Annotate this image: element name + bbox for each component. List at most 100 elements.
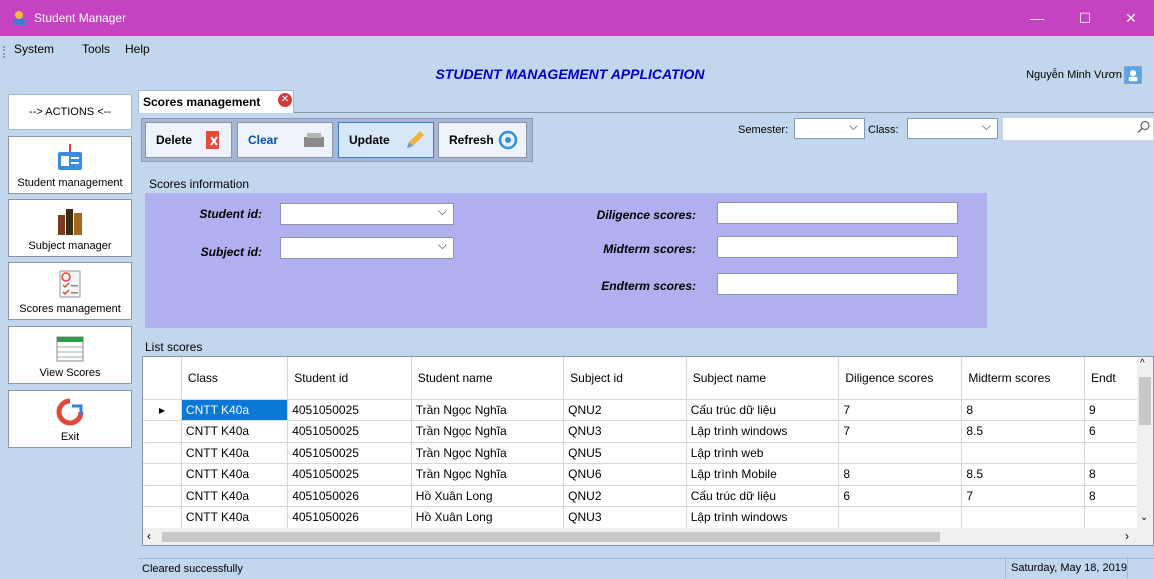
- column-header-class[interactable]: Class: [181, 357, 289, 400]
- sidebar-item-student-management[interactable]: Student management: [8, 136, 132, 194]
- class-select[interactable]: [907, 118, 998, 139]
- sidebar-item-subject-manager[interactable]: Subject manager: [8, 199, 132, 257]
- table-cell[interactable]: Trần Ngọc Nghĩa: [411, 442, 565, 464]
- tab-close-icon[interactable]: ✕: [278, 93, 292, 107]
- table-cell[interactable]: Hồ Xuân Long: [411, 485, 565, 507]
- table-row[interactable]: CNTT K40a 4051050025 Trần Ngọc Nghĩa QNU5 Lậ…: [143, 442, 1153, 464]
- table-cell[interactable]: Hồ Xuân Long: [411, 506, 565, 529]
- midterm-scores-input[interactable]: [717, 236, 958, 258]
- semester-select[interactable]: [794, 118, 865, 139]
- table-cell[interactable]: 4051050025: [287, 442, 412, 464]
- user-icon[interactable]: [1124, 66, 1142, 84]
- table-cell[interactable]: 8: [1084, 463, 1144, 486]
- table-cell[interactable]: [1084, 442, 1144, 464]
- table-cell[interactable]: Lập trình windows: [686, 506, 840, 529]
- table-cell[interactable]: CNTT K40a: [181, 463, 289, 486]
- sidebar-item-view-scores[interactable]: View Scores: [8, 326, 132, 384]
- row-header[interactable]: [143, 463, 182, 486]
- sidebar-item-scores-management[interactable]: Scores management: [8, 262, 132, 320]
- table-cell[interactable]: 8: [961, 399, 1086, 421]
- diligence-scores-input[interactable]: [717, 202, 958, 224]
- scores-grid[interactable]: Class Student id Student name Subject id…: [142, 356, 1154, 546]
- table-cell[interactable]: CNTT K40a: [181, 485, 289, 507]
- maximize-button[interactable]: ☐: [1062, 0, 1108, 36]
- menu-tools[interactable]: Tools: [82, 42, 110, 56]
- table-cell[interactable]: Lập trình windows: [686, 420, 840, 443]
- table-cell[interactable]: 4051050026: [287, 485, 412, 507]
- endterm-scores-input[interactable]: [717, 273, 958, 295]
- table-cell[interactable]: QNU5: [563, 442, 687, 464]
- scroll-left-icon[interactable]: ‹: [147, 529, 151, 543]
- table-cell[interactable]: QNU2: [563, 485, 687, 507]
- table-cell[interactable]: 8.5: [961, 463, 1086, 486]
- column-header-student-id[interactable]: Student id: [287, 357, 412, 400]
- update-button[interactable]: Update: [338, 122, 434, 158]
- minimize-button[interactable]: —: [1014, 0, 1060, 36]
- search-icon[interactable]: [1137, 120, 1151, 134]
- column-header-subject-name[interactable]: Subject name: [686, 357, 840, 400]
- table-cell[interactable]: 4051050025: [287, 420, 412, 443]
- table-cell[interactable]: Lập trình Mobile: [686, 463, 840, 486]
- table-cell[interactable]: 6: [838, 485, 963, 507]
- row-header[interactable]: [143, 485, 182, 507]
- horizontal-scroll-thumb[interactable]: [162, 532, 940, 542]
- row-header[interactable]: [143, 442, 182, 464]
- table-cell[interactable]: Cấu trúc dữ liệu: [686, 399, 840, 421]
- table-row[interactable]: CNTT K40a 4051050025 Trần Ngọc Nghĩa QNU6 Lậ…: [143, 463, 1153, 486]
- row-header[interactable]: [143, 420, 182, 443]
- table-cell[interactable]: Trần Ngọc Nghĩa: [411, 399, 565, 421]
- table-cell[interactable]: QNU3: [563, 506, 687, 529]
- table-row[interactable]: CNTT K40a 4051050025 Trần Ngọc Nghĩa QNU3 Lậ…: [143, 420, 1153, 443]
- column-header-midterm-scores[interactable]: Midterm scores: [961, 357, 1086, 400]
- delete-button[interactable]: Delete: [145, 122, 232, 158]
- row-header[interactable]: [143, 506, 182, 529]
- close-button[interactable]: ✕: [1108, 0, 1154, 36]
- table-cell[interactable]: 7: [838, 420, 963, 443]
- subject-id-select[interactable]: [280, 237, 454, 259]
- table-cell[interactable]: 8: [1084, 485, 1144, 507]
- table-row[interactable]: CNTT K40a 4051050026 Hồ Xuân Long QNU3 Lập t…: [143, 506, 1153, 529]
- menu-system[interactable]: System: [14, 42, 54, 56]
- clear-button[interactable]: Clear: [237, 122, 333, 158]
- scroll-up-icon[interactable]: ^: [1140, 358, 1145, 369]
- table-cell[interactable]: Trần Ngọc Nghĩa: [411, 420, 565, 443]
- table-cell[interactable]: [838, 442, 963, 464]
- row-header[interactable]: ▸: [143, 399, 182, 421]
- table-cell[interactable]: QNU2: [563, 399, 687, 421]
- table-cell[interactable]: CNTT K40a: [181, 399, 289, 421]
- table-cell[interactable]: QNU3: [563, 420, 687, 443]
- table-cell[interactable]: QNU6: [563, 463, 687, 486]
- table-cell[interactable]: 8.5: [961, 420, 1086, 443]
- sidebar-item-exit[interactable]: Exit: [8, 390, 132, 448]
- tab-scores-management[interactable]: Scores management: [138, 90, 294, 113]
- vertical-scroll-thumb[interactable]: [1139, 377, 1151, 425]
- table-cell[interactable]: Cấu trúc dữ liệu: [686, 485, 840, 507]
- table-cell[interactable]: CNTT K40a: [181, 420, 289, 443]
- table-cell[interactable]: 7: [838, 399, 963, 421]
- search-input[interactable]: [1002, 117, 1154, 141]
- table-cell[interactable]: [1084, 506, 1144, 529]
- scroll-right-icon[interactable]: ›: [1125, 529, 1129, 543]
- column-header-subject-id[interactable]: Subject id: [563, 357, 687, 400]
- table-row[interactable]: CNTT K40a 4051050026 Hồ Xuân Long QNU2 Cấu t…: [143, 485, 1153, 507]
- column-header-student-name[interactable]: Student name: [411, 357, 565, 400]
- table-cell[interactable]: [838, 506, 963, 529]
- table-cell[interactable]: 7: [961, 485, 1086, 507]
- scroll-down-icon[interactable]: ⌄: [1140, 512, 1148, 523]
- table-cell[interactable]: 4051050026: [287, 506, 412, 529]
- table-cell[interactable]: Trần Ngọc Nghĩa: [411, 463, 565, 486]
- table-cell[interactable]: Lập trình web: [686, 442, 840, 464]
- refresh-button[interactable]: Refresh: [438, 122, 527, 158]
- column-header-endterm-scores[interactable]: Endt: [1084, 357, 1144, 400]
- table-cell[interactable]: [961, 442, 1086, 464]
- table-cell[interactable]: CNTT K40a: [181, 506, 289, 529]
- table-cell[interactable]: 4051050025: [287, 463, 412, 486]
- table-cell[interactable]: 8: [838, 463, 963, 486]
- table-cell[interactable]: [961, 506, 1086, 529]
- menu-help[interactable]: Help: [125, 42, 150, 56]
- table-cell[interactable]: 9: [1084, 399, 1144, 421]
- column-header-diligence-scores[interactable]: Diligence scores: [838, 357, 963, 400]
- student-id-select[interactable]: [280, 203, 454, 225]
- table-row[interactable]: ▸ CNTT K40a 4051050025 Trần Ngọc Nghĩa QNU2 C…: [143, 399, 1153, 421]
- table-cell[interactable]: 6: [1084, 420, 1144, 443]
